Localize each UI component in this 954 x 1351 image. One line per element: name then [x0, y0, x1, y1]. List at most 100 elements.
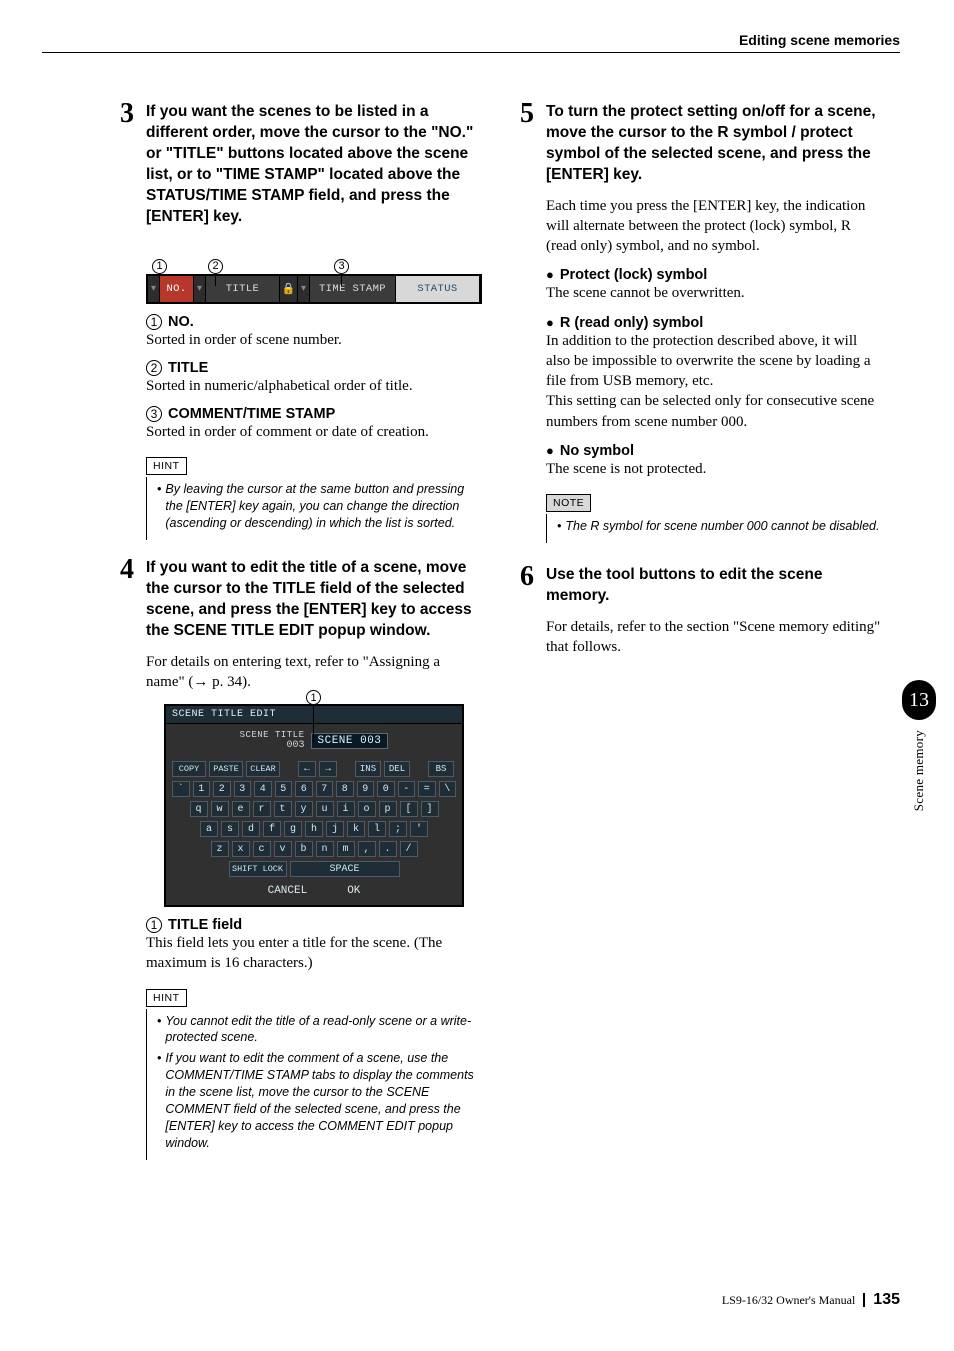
step-3: 3 If you want the scenes to be listed in…: [120, 102, 482, 228]
keyboard-key[interactable]: q: [190, 801, 208, 817]
sort-title-button[interactable]: TITLE: [206, 276, 280, 302]
shift-lock-button[interactable]: SHIFT LOCK: [229, 861, 287, 877]
keyboard-key[interactable]: 9: [357, 781, 375, 797]
keyboard-key[interactable]: t: [274, 801, 292, 817]
step-5-title: To turn the protect setting on/off for a…: [546, 102, 882, 186]
sort-dir-ts-icon[interactable]: ▾: [298, 276, 310, 302]
sub-no-text: Sorted in order of scene number.: [146, 330, 482, 350]
keyboard-key[interactable]: j: [326, 821, 344, 837]
step-5: 5 To turn the protect setting on/off for…: [520, 102, 882, 186]
keyboard-key[interactable]: 4: [254, 781, 272, 797]
side-chapter-number: 13: [902, 680, 936, 720]
clear-button[interactable]: CLEAR: [246, 761, 280, 777]
step-6: 6 Use the tool buttons to edit the scene…: [520, 565, 882, 607]
sub-titlefield-label: TITLE field: [168, 917, 242, 933]
space-button[interactable]: SPACE: [290, 861, 400, 877]
keyboard-key[interactable]: c: [253, 841, 271, 857]
paste-button[interactable]: PASTE: [209, 761, 243, 777]
keyboard-key[interactable]: p: [379, 801, 397, 817]
keyboard-key[interactable]: =: [418, 781, 436, 797]
keyboard-key[interactable]: 6: [295, 781, 313, 797]
side-chapter-label: Scene memory: [911, 730, 927, 811]
cursor-right-button[interactable]: →: [319, 761, 337, 777]
cursor-left-button[interactable]: ←: [298, 761, 316, 777]
keyboard-key[interactable]: ]: [421, 801, 439, 817]
keyboard-key[interactable]: m: [337, 841, 355, 857]
ins-button[interactable]: INS: [355, 761, 381, 777]
keyboard-key[interactable]: w: [211, 801, 229, 817]
hint-sort-item-1: By leaving the cursor at the same button…: [165, 481, 482, 532]
keyboard-key[interactable]: ': [410, 821, 428, 837]
keyboard-key[interactable]: 0: [377, 781, 395, 797]
bullet-dot: ●: [546, 316, 554, 329]
keyboard-key[interactable]: -: [398, 781, 416, 797]
running-head: Editing scene memories: [739, 32, 900, 48]
title-field-input[interactable]: SCENE 003: [311, 733, 389, 749]
keyboard-key[interactable]: i: [337, 801, 355, 817]
keyboard-key[interactable]: 1: [193, 781, 211, 797]
keyboard-row-numbers: `1234567890-=\: [166, 779, 462, 799]
keyboard-key[interactable]: r: [253, 801, 271, 817]
keyboard-key[interactable]: [: [400, 801, 418, 817]
keyboard-key[interactable]: d: [242, 821, 260, 837]
bullet-readonly-label: R (read only) symbol: [560, 315, 703, 331]
sort-timestamp-button[interactable]: TIME STAMP: [310, 276, 396, 302]
keyboard-key[interactable]: ;: [389, 821, 407, 837]
keyboard-key[interactable]: 7: [316, 781, 334, 797]
keyboard-key[interactable]: e: [232, 801, 250, 817]
step-3-number: 3: [120, 100, 146, 228]
cancel-button[interactable]: CANCEL: [268, 885, 308, 897]
hint-title: HINT •You cannot edit the title of a rea…: [146, 988, 482, 1160]
step-6-title: Use the tool buttons to edit the scene m…: [546, 565, 882, 607]
popup-header: SCENE TITLE EDIT: [166, 706, 462, 724]
keyboard-key[interactable]: a: [200, 821, 218, 837]
hint-title-item-1: You cannot edit the title of a read-only…: [165, 1013, 482, 1047]
ok-button[interactable]: OK: [347, 885, 360, 897]
keyboard-key[interactable]: ,: [358, 841, 376, 857]
keyboard-key[interactable]: 8: [336, 781, 354, 797]
sub-title-label: TITLE: [168, 360, 208, 376]
keyboard-key[interactable]: 2: [213, 781, 231, 797]
keyboard-key[interactable]: k: [347, 821, 365, 837]
keyboard-key[interactable]: u: [316, 801, 334, 817]
scene-number: 003: [240, 740, 305, 751]
keyboard-key[interactable]: l: [368, 821, 386, 837]
keyboard-key[interactable]: o: [358, 801, 376, 817]
keyboard-row-z: zxcvbnm,./: [166, 839, 462, 859]
step-5-para: Each time you press the [ENTER] key, the…: [546, 196, 882, 257]
keyboard-key[interactable]: n: [316, 841, 334, 857]
copy-button[interactable]: COPY: [172, 761, 206, 777]
lock-icon: 🔒: [280, 276, 298, 302]
keyboard-key[interactable]: 5: [275, 781, 293, 797]
left-column: 3 If you want the scenes to be listed in…: [120, 100, 482, 1166]
keyboard-key[interactable]: z: [211, 841, 229, 857]
sub-comment-text: Sorted in order of comment or date of cr…: [146, 422, 482, 442]
step-6-para: For details, refer to the section "Scene…: [546, 617, 882, 658]
keyboard-key[interactable]: \: [439, 781, 457, 797]
keyboard-key[interactable]: /: [400, 841, 418, 857]
step-4-para: For details on entering text, refer to "…: [146, 652, 482, 693]
bullet-protect-text: The scene cannot be overwritten.: [546, 283, 882, 303]
keyboard-key[interactable]: h: [305, 821, 323, 837]
keyboard-key[interactable]: b: [295, 841, 313, 857]
keyboard-key[interactable]: v: [274, 841, 292, 857]
keyboard-key[interactable]: 3: [234, 781, 252, 797]
step-4-title: If you want to edit the title of a scene…: [146, 558, 482, 642]
keyboard-key[interactable]: g: [284, 821, 302, 837]
footer-page: 135: [873, 1291, 900, 1309]
keyboard-key[interactable]: s: [221, 821, 239, 837]
keyboard-key[interactable]: x: [232, 841, 250, 857]
keyboard-key[interactable]: .: [379, 841, 397, 857]
del-button[interactable]: DEL: [384, 761, 410, 777]
sort-dir-title-icon[interactable]: ▾: [194, 276, 206, 302]
keyboard-key[interactable]: y: [295, 801, 313, 817]
footer-manual: LS9-16/32 Owner's Manual: [722, 1293, 855, 1308]
hint-title-item-2: If you want to edit the comment of a sce…: [165, 1050, 482, 1151]
bullet-readonly-text2: This setting can be selected only for co…: [546, 391, 882, 432]
keyboard-key[interactable]: f: [263, 821, 281, 837]
keyboard-key[interactable]: `: [172, 781, 190, 797]
running-rule: [42, 52, 900, 53]
bs-button[interactable]: BS: [428, 761, 454, 777]
note-protect: NOTE •The R symbol for scene number 000 …: [546, 493, 882, 543]
sort-no-button[interactable]: NO.: [160, 276, 194, 302]
